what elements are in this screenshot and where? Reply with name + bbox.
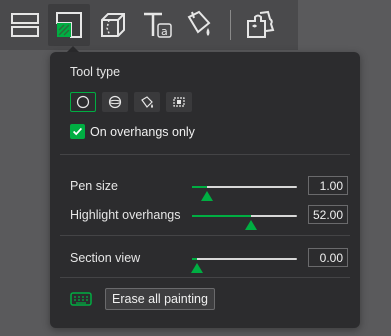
cut-cube-icon: [101, 13, 125, 37]
color-paint-button[interactable]: [180, 4, 222, 46]
top-toolbar: a: [0, 0, 298, 50]
cut-button[interactable]: [92, 4, 134, 46]
pen-size-input[interactable]: 1.00: [308, 176, 348, 195]
paint-bucket-icon: [187, 10, 211, 36]
text-tool-icon: a: [144, 12, 172, 38]
section-view-label: Section view: [70, 251, 141, 265]
circle-brush-icon: [76, 95, 90, 109]
pen-size-row: Pen size 1.00: [70, 176, 350, 201]
overhangs-only-checkbox[interactable]: [70, 124, 85, 139]
tool-type-title: Tool type: [70, 65, 121, 79]
checkmark-icon: [72, 127, 83, 136]
highlight-overhangs-row: Highlight overhangs 52.00: [70, 205, 350, 230]
toolbar-separator: [230, 10, 231, 40]
pen-size-fill: [192, 186, 207, 188]
support-paint-panel: Tool type On overhangs only Pen size 1.0…: [50, 52, 360, 328]
fill-bucket-icon: [141, 96, 153, 108]
circle-brush-button[interactable]: [70, 92, 96, 112]
erase-all-painting-button[interactable]: Erase all painting: [105, 288, 215, 310]
keyboard-icon[interactable]: [70, 292, 92, 306]
erase-row: Erase all painting: [70, 288, 215, 310]
text-button[interactable]: a: [136, 4, 178, 46]
highlight-overhangs-slider[interactable]: [192, 215, 297, 230]
section-view-row: Section view 0.00: [70, 248, 350, 273]
gap-fill-button[interactable]: [166, 92, 192, 112]
section-view-fill: [192, 258, 198, 260]
layers-split-button[interactable]: [4, 4, 46, 46]
layers-split-icon: [11, 13, 39, 37]
overhangs-only-label: On overhangs only: [90, 124, 195, 139]
overhangs-only-row[interactable]: On overhangs only: [70, 124, 195, 139]
sphere-brush-button[interactable]: [102, 92, 128, 112]
highlight-overhangs-thumb[interactable]: [244, 220, 257, 230]
divider: [60, 154, 350, 155]
pen-size-slider[interactable]: [192, 186, 297, 201]
divider: [60, 277, 350, 278]
corner-support-icon: [56, 12, 82, 38]
section-view-thumb[interactable]: [191, 263, 204, 273]
support-paint-button[interactable]: [48, 4, 90, 46]
pen-size-label: Pen size: [70, 179, 118, 193]
gap-fill-icon: [173, 97, 185, 107]
section-view-slider[interactable]: [191, 258, 297, 273]
highlight-overhangs-label: Highlight overhangs: [70, 208, 181, 222]
section-view-input[interactable]: 0.00: [308, 248, 348, 267]
highlight-overhangs-input[interactable]: 52.00: [308, 205, 348, 224]
highlight-overhangs-fill: [192, 215, 251, 217]
divider: [60, 235, 350, 236]
fill-bucket-button[interactable]: [134, 92, 160, 112]
assembly-icon: [247, 10, 275, 38]
assembly-button[interactable]: [239, 4, 281, 46]
svg-text:a: a: [161, 25, 168, 38]
tool-type-group: [70, 92, 192, 112]
sphere-brush-icon: [108, 95, 122, 109]
pen-size-thumb[interactable]: [200, 191, 213, 201]
